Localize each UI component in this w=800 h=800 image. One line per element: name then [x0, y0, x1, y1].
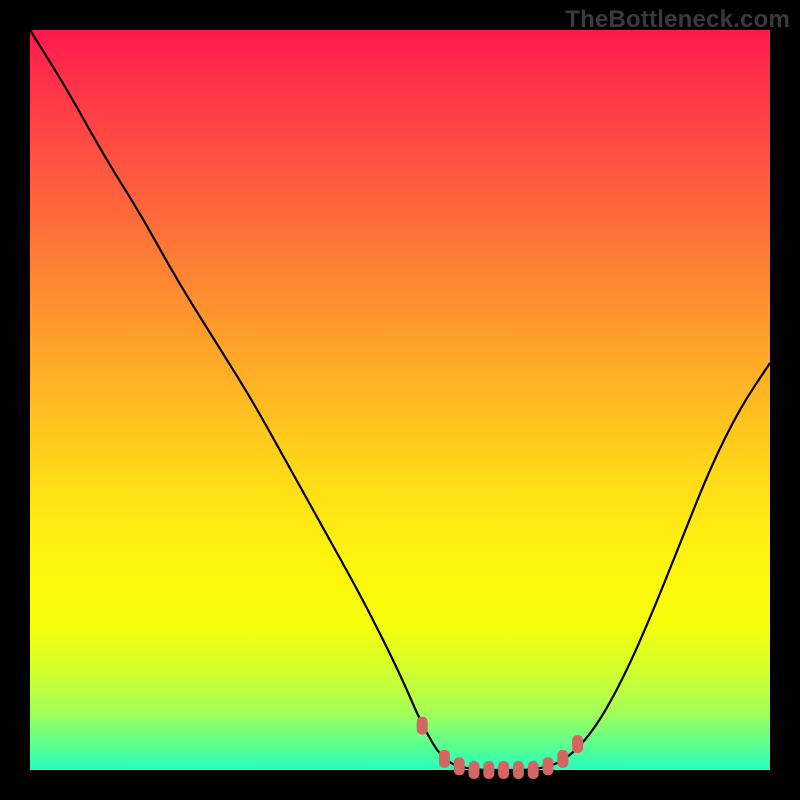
marker-group [417, 717, 583, 779]
chart-svg [30, 30, 770, 770]
data-marker [513, 761, 524, 779]
plot-area [30, 30, 770, 770]
data-marker [469, 761, 480, 779]
bottleneck-curve [30, 30, 770, 770]
data-marker [557, 750, 568, 768]
watermark-text: TheBottleneck.com [565, 6, 790, 34]
data-marker [498, 761, 509, 779]
data-marker [454, 757, 465, 775]
data-marker [483, 761, 494, 779]
data-marker [417, 717, 428, 735]
chart-frame: TheBottleneck.com [0, 0, 800, 800]
data-marker [439, 750, 450, 768]
data-marker [528, 761, 539, 779]
data-marker [572, 735, 583, 753]
curve-group [30, 30, 770, 770]
data-marker [543, 757, 554, 775]
